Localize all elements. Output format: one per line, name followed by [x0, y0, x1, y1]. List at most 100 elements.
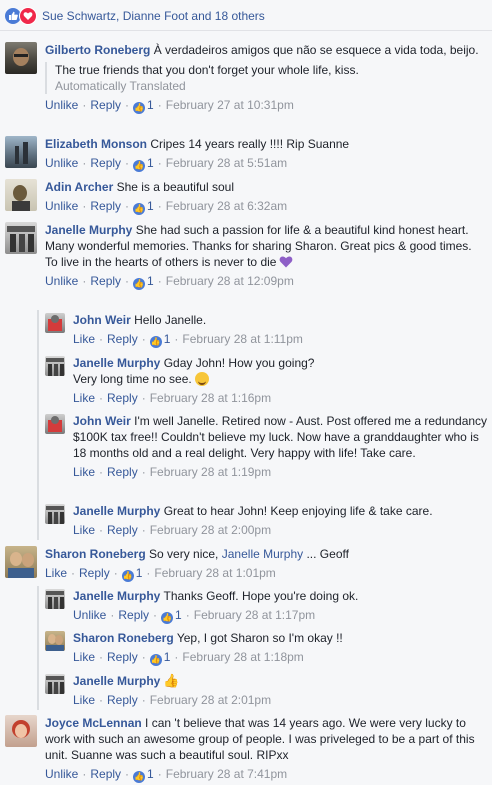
comment-author-name[interactable]: Sharon Roneberg [73, 631, 174, 645]
reply-link[interactable]: Reply [107, 650, 138, 664]
timestamp[interactable]: February 28 at 1:17pm [194, 608, 315, 622]
like-link[interactable]: Like [45, 566, 67, 580]
translation-note[interactable]: Automatically Translated [55, 78, 488, 94]
avatar[interactable] [5, 179, 37, 211]
thumbs-up-icon: 👍 [133, 203, 146, 215]
avatar[interactable] [45, 674, 65, 694]
comment-actions: Unlike · Reply · 👍 1 · February 28 at 1:17pm [73, 608, 316, 624]
reply-link[interactable]: Reply [90, 98, 121, 112]
comment-author-name[interactable]: Janelle Murphy [73, 356, 160, 370]
divider [0, 30, 492, 31]
reply-link[interactable]: Reply [90, 274, 121, 288]
avatar[interactable] [45, 356, 65, 376]
timestamp[interactable]: February 28 at 2:00pm [150, 523, 271, 537]
like-count[interactable]: 1 [164, 650, 171, 664]
comment-author-name[interactable]: Janelle Murphy [73, 589, 160, 603]
thumbs-up-icon: 👍 [161, 612, 174, 624]
unlike-link[interactable]: Unlike [45, 199, 78, 213]
like-count[interactable]: 1 [147, 199, 154, 213]
comment-actions: Unlike · Reply · 👍 1 · February 28 at 5:51am [45, 156, 288, 172]
comment-author-name[interactable]: Gilberto Roneberg [45, 43, 150, 57]
like-count[interactable]: 1 [147, 274, 154, 288]
like-count[interactable]: 1 [136, 566, 143, 580]
comment-actions: Like · Reply · February 28 at 2:00pm [73, 523, 272, 537]
unlike-link[interactable]: Unlike [73, 608, 106, 622]
reply-link[interactable]: Reply [90, 156, 121, 170]
like-count[interactable]: 1 [147, 156, 154, 170]
timestamp[interactable]: February 28 at 5:51am [166, 156, 287, 170]
comment-text: Great to hear John! Keep enjoying life &… [163, 504, 433, 518]
avatar[interactable] [45, 414, 65, 434]
reply-thread-line [37, 586, 39, 710]
avatar[interactable] [5, 136, 37, 168]
reply-link[interactable]: Reply [79, 566, 110, 580]
unlike-link[interactable]: Unlike [45, 156, 78, 170]
reply-link[interactable]: Reply [107, 332, 138, 346]
like-count[interactable]: 1 [147, 767, 154, 781]
thumbs-up-icon: 👍 [149, 336, 162, 348]
comment-author-name[interactable]: John Weir [73, 313, 131, 327]
reply-link[interactable]: Reply [90, 767, 121, 781]
timestamp[interactable]: February 28 at 2:01pm [150, 693, 271, 707]
reply-link[interactable]: Reply [118, 608, 149, 622]
avatar[interactable] [5, 222, 37, 254]
like-link[interactable]: Like [73, 523, 95, 537]
like-link[interactable]: Like [73, 650, 95, 664]
comment-author-name[interactable]: John Weir [73, 414, 131, 428]
comment-actions: Unlike · Reply · 👍 1 · February 27 at 10:31pm [45, 98, 294, 114]
like-link[interactable]: Like [73, 693, 95, 707]
timestamp[interactable]: February 28 at 7:41pm [166, 767, 287, 781]
timestamp[interactable]: February 28 at 12:09pm [166, 274, 294, 288]
comment-author-name[interactable]: Sharon Roneberg [45, 547, 146, 561]
comment-actions: Like · Reply · 👍 1 · February 28 at 1:11pm [73, 332, 303, 348]
translation-block: The true friends that you don't forget y… [45, 62, 488, 94]
smiley-icon [194, 372, 209, 386]
reply-thread-line [37, 310, 39, 540]
avatar[interactable] [45, 631, 65, 651]
unlike-link[interactable]: Unlike [45, 98, 78, 112]
like-count[interactable]: 1 [164, 332, 171, 346]
unlike-link[interactable]: Unlike [45, 274, 78, 288]
thumbs-up-icon: 👍 [121, 570, 134, 582]
like-link[interactable]: Like [73, 391, 95, 405]
timestamp[interactable]: February 27 at 10:31pm [166, 98, 294, 112]
comment-author-name[interactable]: Joyce McLennan [45, 716, 142, 730]
comment-actions: Like · Reply · 👍 1 · February 28 at 1:01pm [45, 566, 276, 582]
like-link[interactable]: Like [73, 332, 95, 346]
comment-actions: Unlike · Reply · 👍 1 · February 28 at 6:32am [45, 199, 288, 215]
comment-text: She is a beautiful soul [116, 180, 234, 194]
comment-author-name[interactable]: Janelle Murphy [73, 504, 160, 518]
comment-author-name[interactable]: Adin Archer [45, 180, 113, 194]
comment-author-name[interactable]: Elizabeth Monson [45, 137, 147, 151]
avatar[interactable] [45, 313, 65, 333]
reply-link[interactable]: Reply [107, 465, 138, 479]
avatar[interactable] [45, 504, 65, 524]
reply-link[interactable]: Reply [107, 391, 138, 405]
comment-actions: Like · Reply · 👍 1 · February 28 at 1:18pm [73, 650, 304, 666]
comment-text: Hello Janelle. [134, 313, 207, 327]
like-link[interactable]: Like [73, 465, 95, 479]
timestamp[interactable]: February 28 at 1:16pm [150, 391, 271, 405]
reaction-names-link[interactable]: Sue Schwartz, Dianne Foot and 18 others [42, 9, 265, 23]
timestamp[interactable]: February 28 at 1:11pm [182, 332, 303, 346]
comment-author-name[interactable]: Janelle Murphy [45, 223, 132, 237]
unlike-link[interactable]: Unlike [45, 767, 78, 781]
comment-text: Yep, I got Sharon so I'm okay !! [176, 631, 343, 645]
reply-link[interactable]: Reply [90, 199, 121, 213]
translated-text: The true friends that you don't forget y… [55, 63, 359, 77]
timestamp[interactable]: February 28 at 1:19pm [150, 465, 271, 479]
comment-text-tail: ... Geoff [306, 547, 349, 561]
timestamp[interactable]: February 28 at 6:32am [166, 199, 287, 213]
avatar[interactable] [45, 589, 65, 609]
comment-author-name[interactable]: Janelle Murphy [73, 674, 160, 688]
reply-link[interactable]: Reply [107, 693, 138, 707]
timestamp[interactable]: February 28 at 1:18pm [182, 650, 303, 664]
like-count[interactable]: 1 [147, 98, 154, 112]
avatar[interactable] [5, 546, 37, 578]
like-count[interactable]: 1 [175, 608, 182, 622]
avatar[interactable] [5, 42, 37, 74]
mention-link[interactable]: Janelle Murphy [222, 547, 303, 561]
reply-link[interactable]: Reply [107, 523, 138, 537]
timestamp[interactable]: February 28 at 1:01pm [154, 566, 275, 580]
avatar[interactable] [5, 715, 37, 747]
